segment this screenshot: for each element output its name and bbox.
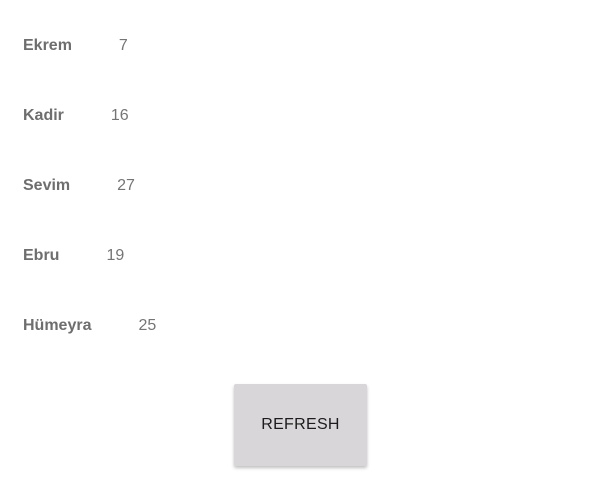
person-value: 16: [110, 107, 129, 124]
person-name: Ebru: [23, 247, 60, 264]
person-value: 19: [106, 247, 125, 264]
list-item: Hümeyra 25: [23, 314, 156, 338]
list-item: Sevim 27: [23, 174, 135, 198]
person-value: 7: [118, 37, 128, 54]
person-value: 27: [117, 177, 135, 194]
person-name: Ekrem: [23, 37, 72, 54]
list-item: Ekrem 7: [23, 34, 128, 58]
person-value: 25: [138, 317, 157, 334]
refresh-button[interactable]: REFRESH: [234, 384, 367, 466]
list-item: Kadir 16: [23, 104, 129, 128]
person-name: Hümeyra: [23, 317, 92, 334]
person-name: Kadir: [23, 107, 64, 124]
list-item: Ebru 19: [23, 244, 124, 268]
person-name: Sevim: [23, 177, 71, 194]
